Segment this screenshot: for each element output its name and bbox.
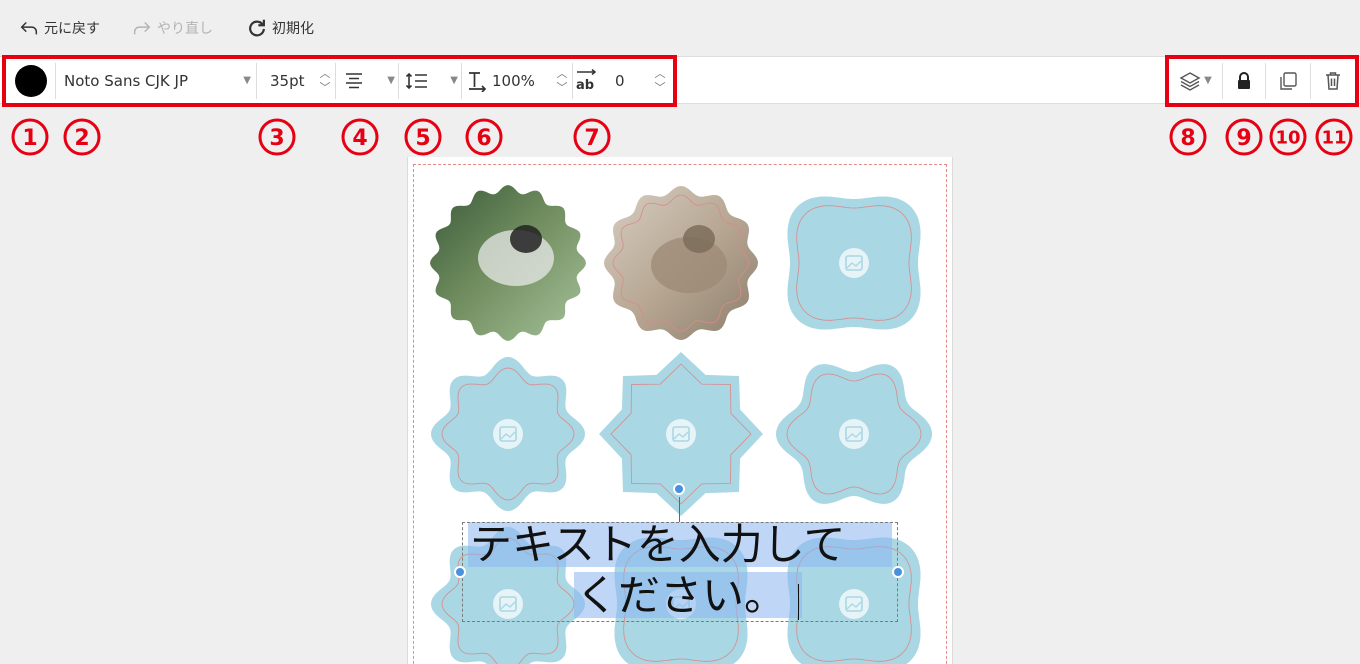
- rotate-handle-line: [679, 497, 680, 522]
- cat-head: [510, 225, 542, 253]
- image-placeholder-icon: [666, 419, 696, 449]
- text-line-2[interactable]: ください。: [576, 572, 786, 620]
- cat-head: [683, 225, 715, 253]
- text-line-1[interactable]: テキストを入力して: [470, 521, 845, 569]
- resize-handle-right[interactable]: [892, 566, 904, 578]
- image-placeholder-icon: [839, 248, 869, 278]
- image-placeholder-icon: [839, 419, 869, 449]
- image-placeholder-icon: [493, 419, 523, 449]
- rotate-handle[interactable]: [673, 483, 685, 495]
- resize-handle-left[interactable]: [454, 566, 466, 578]
- text-cursor: [798, 584, 799, 620]
